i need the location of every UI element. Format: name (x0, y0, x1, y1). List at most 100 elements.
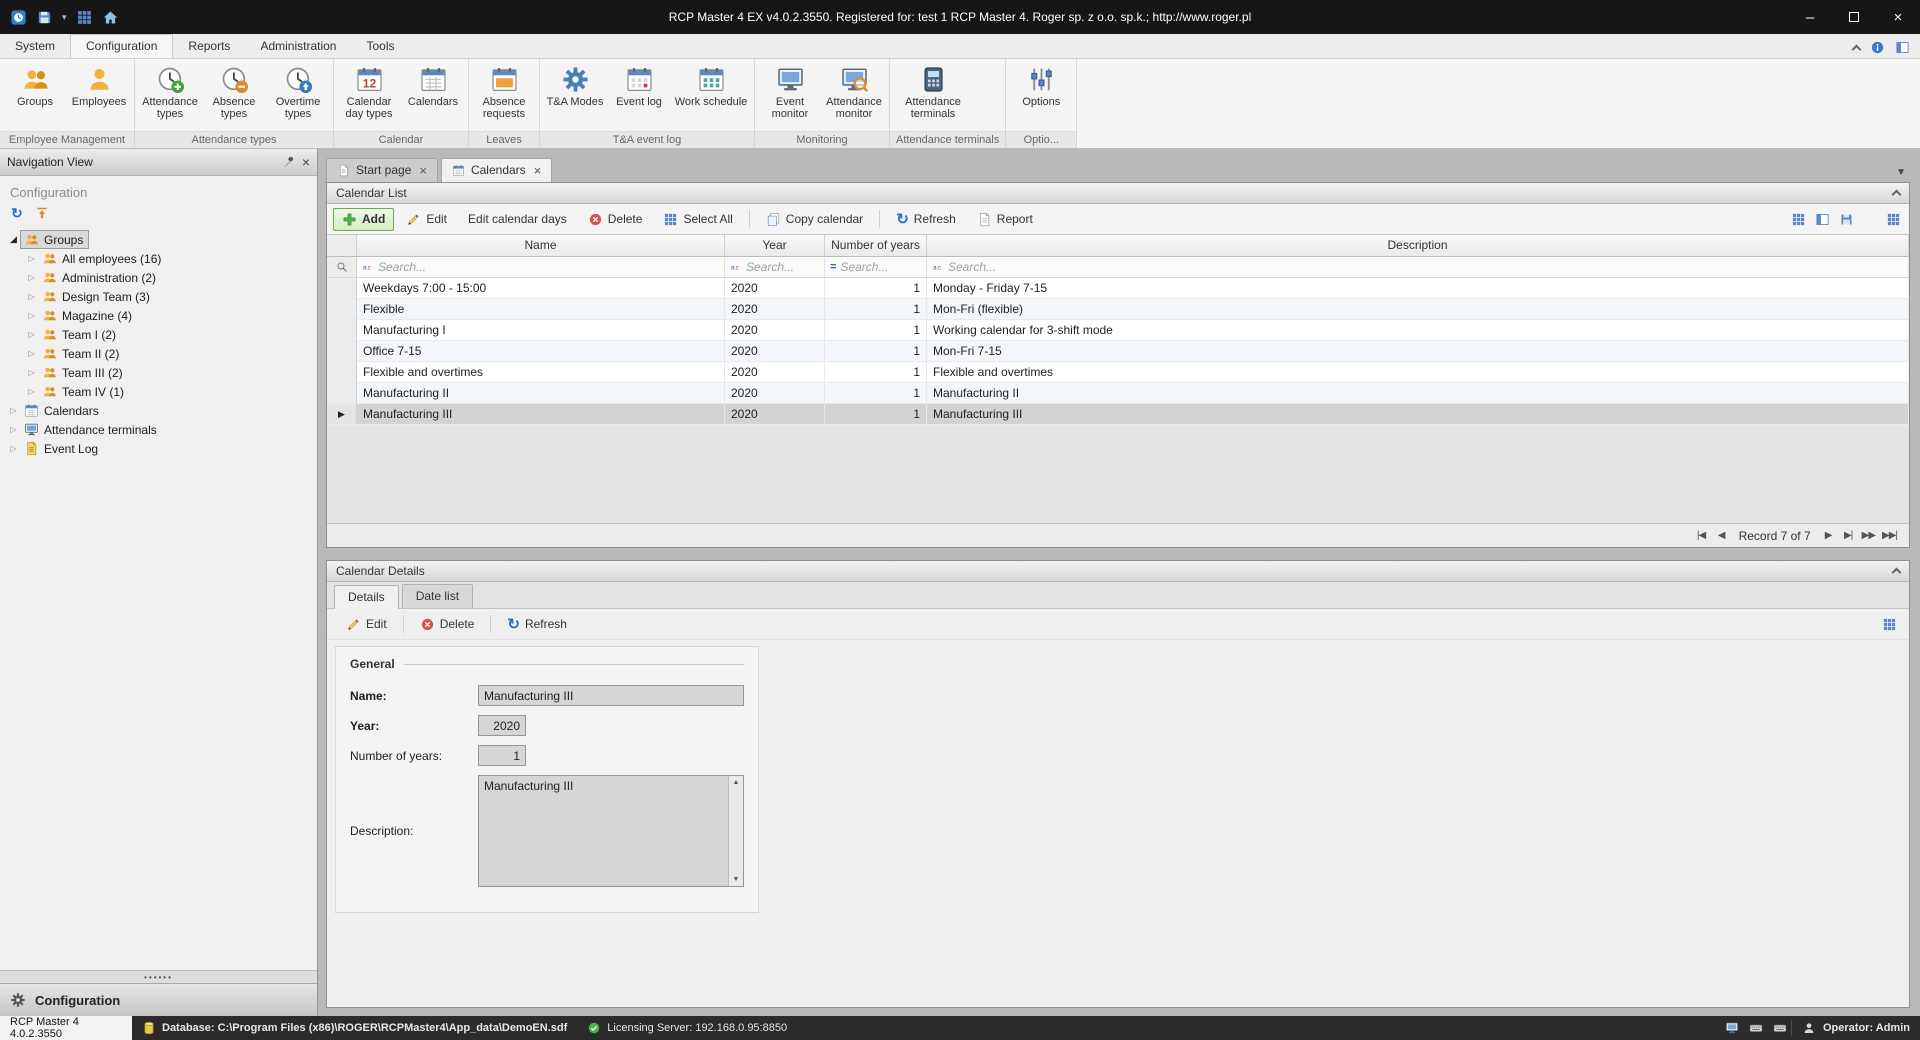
tree-item-groups[interactable]: ◢ Groups (0, 230, 317, 249)
scroll-down-icon[interactable]: ▼ (733, 876, 740, 883)
tree-item-event-log[interactable]: ▷ Event Log (0, 439, 317, 458)
tab-calendars[interactable]: Calendars × (441, 158, 552, 182)
tree-item-team-iii[interactable]: ▷ Team III (2) (0, 363, 317, 382)
years-filter-input[interactable] (840, 260, 921, 274)
expand-icon[interactable]: ▷ (25, 349, 38, 358)
report-button[interactable]: Report (968, 208, 1042, 231)
pin-icon[interactable] (282, 155, 296, 169)
text-filter-icon[interactable] (730, 261, 742, 273)
tab-details[interactable]: Details (334, 585, 399, 609)
sidebar-splitter[interactable]: •••••• (0, 970, 317, 983)
text-filter-icon[interactable] (362, 261, 374, 273)
tree-item-team-i[interactable]: ▷ Team I (2) (0, 325, 317, 344)
details-refresh-button[interactable]: ↻Refresh (498, 613, 576, 636)
table-row[interactable]: Flexible 2020 1 Mon-Fri (flexible) (327, 299, 1909, 320)
column-header-year[interactable]: Year (725, 235, 825, 257)
ribbon-button-work-schedule[interactable]: Work schedule (672, 62, 750, 111)
tree-item-calendars[interactable]: ▷ Calendars (0, 401, 317, 420)
ribbon-button-attendance-terminals[interactable]: Attendance terminals (894, 62, 972, 124)
ribbon-button-event-log[interactable]: Event log (608, 62, 670, 111)
column-header-number-of-years[interactable]: Number of years (825, 235, 927, 257)
expand-icon[interactable]: ▷ (25, 292, 38, 301)
sidebar-close-icon[interactable]: × (302, 155, 310, 169)
scroll-up-icon[interactable]: ▲ (733, 779, 740, 786)
column-header-description[interactable]: Description (927, 235, 1909, 257)
ribbon-button-attendance-types[interactable]: Attendance types (139, 62, 201, 124)
expand-icon[interactable]: ▷ (25, 330, 38, 339)
details-delete-button[interactable]: Delete (411, 613, 484, 636)
ribbon-button-absence-types[interactable]: Absence types (203, 62, 265, 124)
panel-toggle-icon[interactable] (1882, 617, 1897, 632)
expand-icon[interactable]: ▷ (25, 368, 38, 377)
table-row[interactable]: Office 7-15 2020 1 Mon-Fri 7-15 (327, 341, 1909, 362)
text-filter-icon[interactable] (932, 261, 944, 273)
expand-icon[interactable]: ▷ (7, 406, 20, 415)
collapse-panel-icon[interactable] (1892, 568, 1902, 578)
keyboard-icon[interactable] (1749, 1021, 1763, 1035)
close-button[interactable]: × (1876, 0, 1920, 34)
sidebar-footer-configuration[interactable]: Configuration (0, 983, 317, 1016)
menu-reports[interactable]: Reports (173, 35, 245, 58)
menu-system[interactable]: System (0, 35, 70, 58)
equals-filter-icon[interactable]: = (830, 261, 836, 273)
expand-icon[interactable]: ◢ (7, 234, 20, 245)
number-of-years-field[interactable] (478, 745, 526, 766)
tree-refresh-icon[interactable]: ↻ (11, 206, 23, 220)
tab-close-icon[interactable]: × (419, 164, 427, 177)
tab-date-list[interactable]: Date list (402, 584, 473, 608)
description-field[interactable]: Manufacturing III (478, 775, 744, 887)
tree-item-all-employees[interactable]: ▷ All employees (16) (0, 249, 317, 268)
edit-calendar-days-button[interactable]: Edit calendar days (459, 208, 576, 230)
copy-calendar-button[interactable]: Copy calendar (757, 208, 872, 231)
year-field[interactable] (478, 715, 526, 736)
select-all-button[interactable]: Select All (654, 208, 741, 231)
pager-next-page-button[interactable]: ▶▶ (1860, 528, 1877, 543)
grid-shortcut-icon[interactable] (76, 9, 93, 26)
ribbon-button-absence-requests[interactable]: Absence requests (473, 62, 535, 124)
ribbon-button-employees[interactable]: Employees (68, 62, 130, 111)
expand-icon[interactable]: ▷ (25, 387, 38, 396)
tree-item-team-iv[interactable]: ▷ Team IV (1) (0, 382, 317, 401)
pager-prev-button[interactable]: ◀ (1713, 528, 1730, 543)
ribbon-button-ta-modes[interactable]: T&A Modes (544, 62, 606, 111)
quick-access-dropdown-icon[interactable]: ▾ (62, 12, 67, 23)
column-header-name[interactable]: Name (357, 235, 725, 257)
ribbon-button-calendar-day-types[interactable]: Calendar day types (338, 62, 400, 124)
tree-item-attendance-terminals[interactable]: ▷ Attendance terminals (0, 420, 317, 439)
pager-first-button[interactable]: |◀ (1693, 528, 1710, 543)
expand-icon[interactable]: ▷ (25, 273, 38, 282)
tree-item-magazine[interactable]: ▷ Magazine (4) (0, 306, 317, 325)
grid-view-icon[interactable] (1791, 212, 1806, 227)
ribbon-button-groups[interactable]: Groups (4, 62, 66, 111)
minimize-button[interactable]: – (1788, 0, 1832, 34)
details-edit-button[interactable]: Edit (337, 613, 396, 636)
table-row[interactable]: Flexible and overtimes 2020 1 Flexible a… (327, 362, 1909, 383)
tab-list-dropdown-icon[interactable]: ▼ (1892, 167, 1910, 182)
layout-view-icon[interactable] (1815, 212, 1830, 227)
ribbon-button-options[interactable]: Options (1010, 62, 1072, 111)
refresh-button[interactable]: ↻Refresh (887, 208, 965, 231)
name-field[interactable] (478, 685, 744, 706)
collapse-all-icon[interactable] (35, 206, 49, 220)
tree-item-administration[interactable]: ▷ Administration (2) (0, 268, 317, 287)
quick-save-icon[interactable] (36, 9, 53, 26)
pager-next-button[interactable]: ▶ (1820, 528, 1837, 543)
table-row[interactable]: Weekdays 7:00 - 15:00 2020 1 Monday - Fr… (327, 278, 1909, 299)
tab-start-page[interactable]: Start page × (326, 158, 438, 182)
ribbon-button-attendance-monitor[interactable]: Attendance monitor (823, 62, 885, 124)
add-button[interactable]: Add (333, 208, 394, 231)
pager-last-page-button[interactable]: ▶▶| (1880, 528, 1899, 543)
input-device-icon[interactable] (1773, 1021, 1787, 1035)
edit-button[interactable]: Edit (397, 208, 456, 231)
layout-panel-icon[interactable] (1895, 40, 1910, 55)
menu-administration[interactable]: Administration (245, 35, 351, 58)
name-filter-input[interactable] (378, 260, 719, 274)
home-shortcut-icon[interactable] (102, 9, 119, 26)
description-filter-input[interactable] (948, 260, 1903, 274)
table-row[interactable]: Manufacturing I 2020 1 Working calendar … (327, 320, 1909, 341)
textarea-scrollbar[interactable]: ▲ ▼ (728, 776, 743, 886)
table-row-selected[interactable]: ▶ Manufacturing III 2020 1 Manufacturing… (327, 404, 1909, 425)
menu-tools[interactable]: Tools (351, 35, 409, 58)
save-layout-icon[interactable] (1839, 212, 1854, 227)
pager-last-button[interactable]: ▶| (1840, 528, 1857, 543)
